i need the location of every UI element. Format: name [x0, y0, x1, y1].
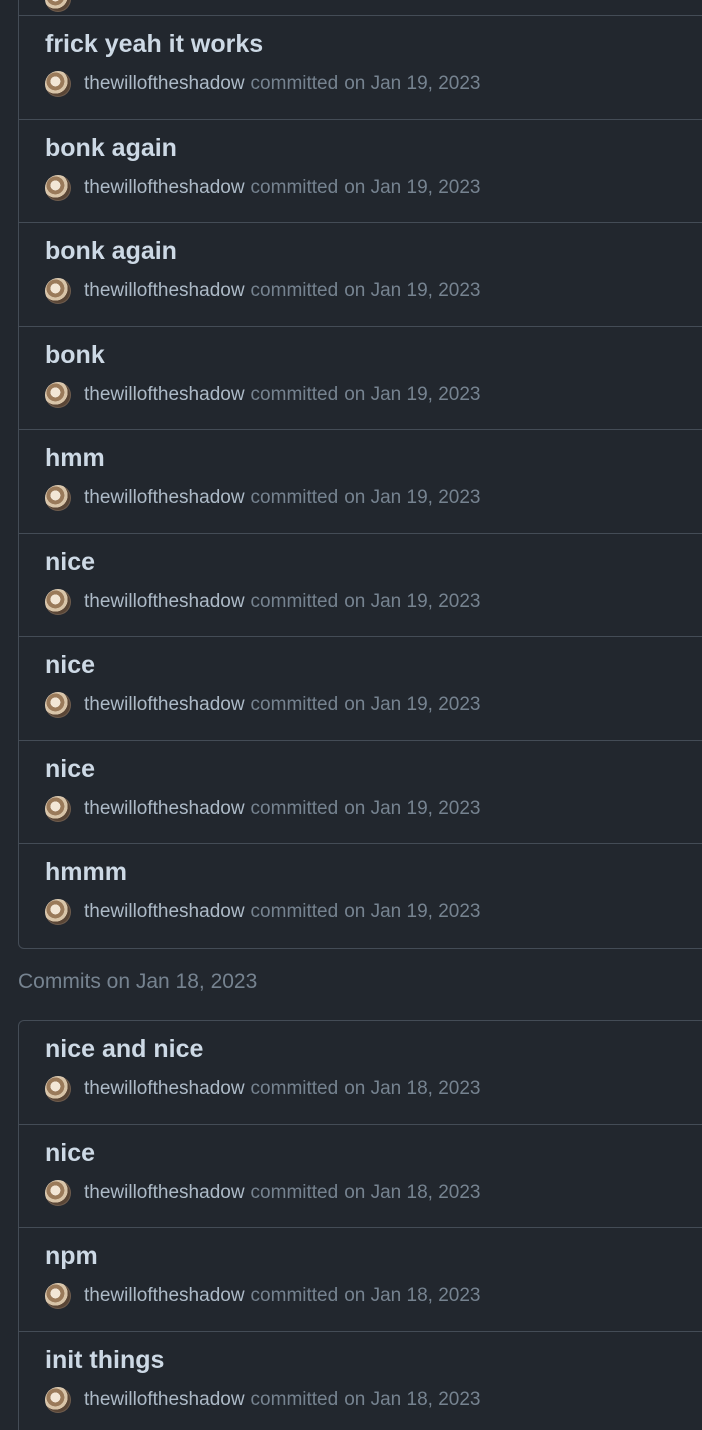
commit-row: nice thewilloftheshadow committed on Jan 18… [19, 1125, 702, 1228]
commit-meta: thewilloftheshadow committed on Jan 18, 20… [45, 1179, 480, 1207]
commit-meta: thewilloftheshadow committed on Jan 19, 20… [45, 484, 480, 512]
commit-row: nice thewilloftheshadow committed on Jan 19… [19, 741, 702, 844]
commit-date: on Jan 19, 2023 [344, 73, 481, 94]
user-avatar-icon[interactable] [45, 1386, 71, 1413]
commit-title-link[interactable]: bonk [45, 341, 105, 370]
author-link[interactable]: thewilloftheshadow [84, 1389, 245, 1411]
commit-row: nice thewilloftheshadow committed on Jan 19… [19, 637, 702, 741]
commit-verb: committed [250, 1181, 339, 1203]
commit-date: on Jan 18, 2023 [344, 1181, 481, 1203]
commit-verb: committed [250, 901, 339, 922]
commit-row: nice and nice thewilloftheshadow committed… [19, 1021, 702, 1125]
commit-row: nice thewilloftheshadow committed on Jan 19… [19, 534, 702, 637]
author-link[interactable]: thewilloftheshadow [84, 1182, 245, 1204]
commit-rows: nice and nice thewilloftheshadow committed… [19, 1021, 702, 1430]
author-link[interactable]: thewilloftheshadow [84, 694, 245, 716]
commit-title-link[interactable]: nice [45, 755, 95, 784]
commit-title-link[interactable]: bonk again [45, 237, 177, 266]
commit-verb: committed [250, 73, 339, 94]
commit-date: on Jan 19, 2023 [344, 487, 481, 508]
author-link[interactable]: thewilloftheshadow [84, 1285, 245, 1307]
commit-row: npm thewilloftheshadow committed on Jan 18,… [19, 1228, 702, 1332]
commit-verb: committed [250, 280, 339, 301]
author-link[interactable]: thewilloftheshadow [84, 591, 245, 613]
commit-title-link[interactable]: frick yeah it works [45, 30, 263, 59]
author-link[interactable]: thewilloftheshadow [84, 384, 245, 406]
author-link[interactable]: thewilloftheshadow [84, 280, 245, 302]
commit-meta: thewilloftheshadow committed on Jan 19, 20… [45, 70, 480, 98]
commit-row: bonk again thewilloftheshadow committed on … [19, 223, 702, 327]
commit-row: bonk thewilloftheshadow committed on Jan 19… [19, 327, 702, 430]
user-avatar-icon[interactable] [45, 899, 71, 925]
commit-row: bonk again thewilloftheshadow committed on … [19, 120, 702, 223]
commit-list-jan-19: frick yeah it works thewilloftheshadow com… [18, 0, 702, 949]
commit-title-link[interactable]: npm [45, 1242, 98, 1271]
commit-verb: committed [250, 694, 339, 715]
user-avatar-icon[interactable] [45, 0, 71, 12]
author-link[interactable]: thewilloftheshadow [84, 1078, 245, 1100]
user-avatar-icon[interactable] [45, 278, 71, 304]
commit-date: on Jan 19, 2023 [344, 176, 481, 198]
truncated-commit-row [19, 0, 702, 16]
author-link[interactable]: thewilloftheshadow [84, 901, 245, 923]
commit-title-link[interactable]: init things [45, 1346, 164, 1375]
commit-title-link[interactable]: nice and nice [45, 1035, 203, 1064]
commit-date: on Jan 18, 2023 [344, 1388, 481, 1410]
commit-verb: committed [250, 1285, 339, 1306]
commit-verb: committed [250, 383, 339, 405]
commit-meta: thewilloftheshadow committed on Jan 18, 20… [45, 1282, 480, 1310]
commit-title-link[interactable]: hmmm [45, 858, 127, 887]
author-link[interactable]: thewilloftheshadow [84, 487, 245, 509]
commit-meta: thewilloftheshadow committed on Jan 19, 20… [45, 898, 480, 926]
commit-title-link[interactable]: nice [45, 651, 95, 680]
commit-list-jan-18: nice and nice thewilloftheshadow committed… [18, 1020, 702, 1430]
user-avatar-icon[interactable] [45, 795, 71, 822]
commit-title-link[interactable]: nice [45, 1139, 95, 1168]
user-avatar-icon[interactable] [45, 1179, 71, 1206]
commit-verb: committed [250, 487, 339, 508]
author-link[interactable]: thewilloftheshadow [84, 798, 245, 820]
commit-row: init things thewilloftheshadow committed on… [19, 1332, 702, 1430]
user-avatar-icon[interactable] [45, 692, 71, 718]
commit-verb: committed [250, 176, 339, 198]
commit-date: on Jan 18, 2023 [344, 1285, 481, 1306]
commit-verb: committed [250, 797, 339, 819]
user-avatar-icon[interactable] [45, 381, 71, 408]
user-avatar-icon[interactable] [45, 588, 71, 615]
commit-meta: thewilloftheshadow committed on Jan 19, 20… [45, 588, 480, 616]
commit-verb: committed [250, 1078, 339, 1099]
date-group-heading: Commits on Jan 18, 2023 [18, 970, 258, 993]
commit-meta: thewilloftheshadow committed on Jan 19, 20… [45, 691, 480, 719]
commit-title-link[interactable]: nice [45, 548, 95, 577]
commit-row: hmmm thewilloftheshadow committed on Jan 19… [19, 844, 702, 948]
commit-meta: thewilloftheshadow committed on Jan 19, 20… [45, 381, 480, 409]
commit-meta: thewilloftheshadow committed on Jan 19, 20… [45, 795, 480, 823]
commit-date: on Jan 19, 2023 [344, 901, 481, 922]
commit-date: on Jan 19, 2023 [344, 694, 481, 715]
commit-row: frick yeah it works thewilloftheshadow com… [19, 16, 702, 120]
commit-rows: frick yeah it works thewilloftheshadow com… [19, 16, 702, 948]
author-link[interactable]: thewilloftheshadow [84, 177, 245, 199]
commit-meta: thewilloftheshadow committed on Jan 19, 20… [45, 174, 480, 202]
commit-title-link[interactable]: bonk again [45, 134, 177, 163]
commit-date: on Jan 19, 2023 [344, 280, 481, 301]
commit-meta: thewilloftheshadow committed on Jan 19, 20… [45, 277, 480, 305]
user-avatar-icon[interactable] [45, 174, 71, 201]
commits-page: frick yeah it works thewilloftheshadow com… [0, 0, 702, 1430]
user-avatar-icon[interactable] [45, 1076, 71, 1102]
commit-meta: thewilloftheshadow committed on Jan 18, 20… [45, 1075, 480, 1103]
commit-verb: committed [250, 590, 339, 612]
commit-date: on Jan 18, 2023 [344, 1078, 481, 1099]
commit-date: on Jan 19, 2023 [344, 383, 481, 405]
user-avatar-icon[interactable] [45, 485, 71, 511]
commit-row: hmm thewilloftheshadow committed on Jan 19,… [19, 430, 702, 534]
user-avatar-icon[interactable] [45, 71, 71, 97]
author-link[interactable]: thewilloftheshadow [84, 73, 245, 95]
commit-date: on Jan 19, 2023 [344, 797, 481, 819]
commit-meta: thewilloftheshadow committed on Jan 18, 20… [45, 1386, 480, 1414]
commit-title-link[interactable]: hmm [45, 444, 105, 473]
commit-verb: committed [250, 1388, 339, 1410]
commit-date: on Jan 19, 2023 [344, 590, 481, 612]
user-avatar-icon[interactable] [45, 1283, 71, 1309]
